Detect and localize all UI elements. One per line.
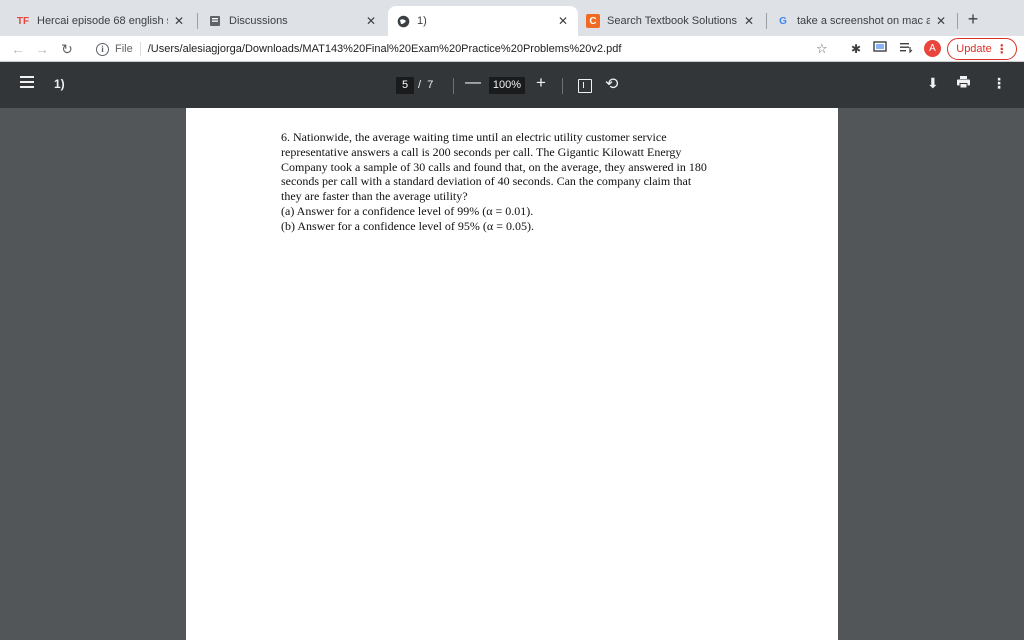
download-icon[interactable]: ⬇ [927, 75, 939, 92]
pdf-page: 6. Nationwide, the average waiting time … [186, 108, 838, 640]
tab-google-search[interactable]: G take a screenshot on mac air - ✕ [768, 6, 956, 36]
document-favicon-icon [208, 14, 222, 28]
info-icon[interactable]: i [96, 42, 109, 56]
google-favicon-icon: G [779, 15, 787, 27]
close-tab-icon[interactable]: ✕ [364, 14, 378, 28]
omnibox-divider [139, 42, 141, 56]
tab-title: 1) [417, 15, 427, 27]
close-tab-icon[interactable]: ✕ [934, 14, 948, 28]
cast-icon[interactable] [872, 41, 888, 57]
zoom-in-plus-icon[interactable]: + [536, 73, 546, 93]
zoom-out-minus-icon[interactable]: — [465, 74, 481, 92]
close-tab-icon[interactable]: ✕ [172, 14, 186, 28]
text-line: representative answers a call is 200 sec… [281, 144, 682, 159]
reload-icon[interactable]: ↻ [57, 39, 77, 59]
hamburger-menu-icon[interactable] [20, 76, 34, 88]
text-line: they are faster than the average utility… [281, 189, 468, 204]
text-line: (a) Answer for a confidence level of 99%… [281, 203, 534, 218]
url-text[interactable]: /Users/alesiagjorga/Downloads/MAT143%20F… [148, 43, 622, 55]
text-line: (b) Answer for a confidence level of 95%… [281, 218, 534, 233]
pdf-viewer[interactable]: 6. Nationwide, the average waiting time … [0, 108, 1024, 640]
update-button[interactable]: Update ⋮ [947, 38, 1017, 60]
more-vert-icon: ⋮ [995, 42, 1008, 56]
address-bar[interactable]: i File /Users/alesiagjorga/Downloads/MAT… [86, 38, 846, 60]
file-scheme-label: File [115, 43, 133, 55]
tab-textbook-solutions[interactable]: C Search Textbook Solutions | C ✕ [578, 6, 764, 36]
update-label: Update [956, 43, 992, 55]
bookmark-star-icon[interactable]: ☆ [816, 41, 828, 57]
pdf-toolbar: 1) 5 / 7 — 100% + ⟲ ⬇ ⋮ [0, 62, 1024, 108]
profile-avatar[interactable]: A [924, 40, 941, 57]
rotate-icon[interactable]: ⟲ [605, 74, 618, 94]
text-line: seconds per call with a standard deviati… [281, 174, 692, 189]
tab-divider [957, 13, 958, 29]
zoom-level-input[interactable]: 100% [489, 77, 525, 94]
globe-favicon-icon [396, 14, 410, 28]
tab-hercai[interactable]: TF Hercai episode 68 english sub ✕ [8, 6, 194, 36]
toolbar-divider [562, 78, 563, 94]
page-count: / 7 [418, 79, 433, 91]
tab-pdf-active[interactable]: 1) ✕ [388, 6, 578, 36]
more-options-icon[interactable]: ⋮ [992, 75, 1006, 92]
page-number-input[interactable]: 5 [396, 77, 414, 94]
tab-title: Hercai episode 68 english sub [37, 15, 168, 27]
problem-text: 6. Nationwide, the average waiting time … [281, 130, 751, 234]
extensions-puzzle-icon[interactable]: ✱ [848, 41, 864, 57]
tab-discussions[interactable]: Discussions ✕ [200, 6, 386, 36]
page-separator: / [418, 79, 422, 91]
total-pages: 7 [427, 79, 434, 91]
new-tab-plus-icon[interactable]: + [962, 8, 984, 30]
toolbar-divider [453, 78, 454, 94]
tab-strip: TF Hercai episode 68 english sub ✕ Discu… [0, 0, 1024, 36]
tab-divider [766, 13, 767, 29]
print-icon[interactable] [956, 75, 971, 92]
tab-title: Discussions [229, 15, 288, 27]
pdf-title: 1) [54, 77, 65, 91]
text-line: 6. Nationwide, the average waiting time … [281, 130, 667, 144]
reading-list-icon[interactable] [898, 41, 914, 57]
close-tab-icon[interactable]: ✕ [556, 14, 570, 28]
fit-to-page-icon[interactable] [578, 79, 592, 93]
tab-title: take a screenshot on mac air - [797, 15, 930, 27]
text-line: Company took a sample of 30 calls and fo… [281, 159, 707, 174]
tf-favicon-icon: TF [16, 15, 30, 27]
close-tab-icon[interactable]: ✕ [742, 14, 756, 28]
chegg-favicon-icon: C [586, 14, 600, 28]
tab-title: Search Textbook Solutions | C [607, 15, 738, 27]
forward-arrow-icon[interactable]: → [32, 39, 52, 59]
browser-toolbar: ← → ↻ i File /Users/alesiagjorga/Downloa… [0, 36, 1024, 62]
tab-divider [197, 13, 198, 29]
back-arrow-icon[interactable]: ← [8, 39, 28, 59]
